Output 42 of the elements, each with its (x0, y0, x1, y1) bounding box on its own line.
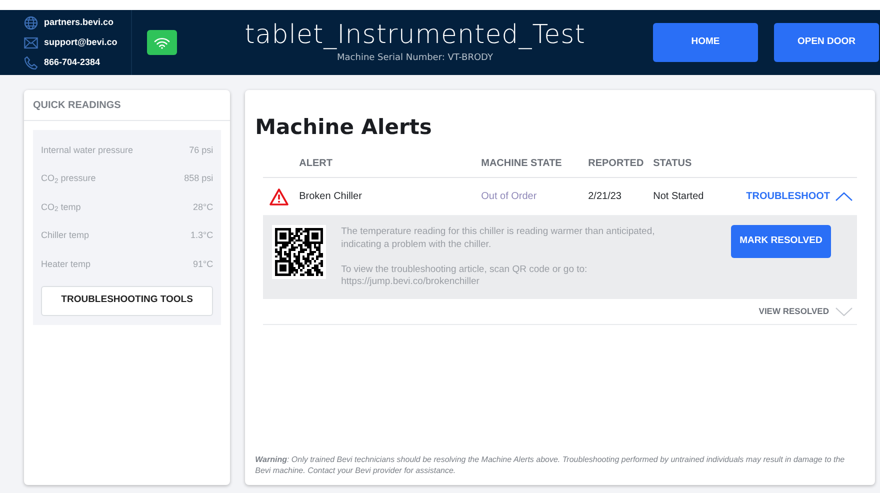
reading-label: Chiller temp (41, 229, 90, 242)
machine-state: Out of Order (481, 191, 537, 202)
chevron-down-icon (835, 307, 853, 316)
troubleshoot-toggle[interactable]: TROUBLESHOOT (746, 189, 853, 204)
reading-label: CO$_{2}$ pressure (41, 172, 96, 186)
serial-number: Machine Serial Number: VT-BRODY (337, 52, 493, 65)
contact-text: support@bevi.co (44, 36, 118, 49)
column-header: STATUS (653, 158, 692, 169)
reported-date: 2/21/23 (588, 191, 622, 202)
reading-value: 28°C (193, 200, 214, 214)
reading-label: Heater temp (41, 258, 91, 271)
mail-icon (24, 36, 38, 50)
header-button[interactable]: OPEN DOOR (774, 23, 879, 62)
contact-text: 866-704-2384 (44, 56, 100, 69)
reading-value: 858 psi (184, 172, 214, 185)
card-heading: QUICK READINGS (33, 98, 121, 112)
chevron-up-icon (835, 192, 853, 201)
alerts-heading: Machine Alerts (255, 114, 433, 140)
reading-value: 91°C (193, 258, 214, 270)
detail-text: The temperature reading for this chiller is reading warmer than anticipated, indicating a problem with the chiller. (341, 226, 656, 251)
reading-label: CO$_{2}$ temp (41, 200, 81, 214)
machine-title: tablet_Instrumented_Test (244, 20, 586, 50)
alert-name: Broken Chiller (299, 191, 362, 202)
globe-icon (24, 16, 38, 30)
column-header: ALERT (299, 158, 332, 169)
detail-text: To view the troubleshooting article, scan QR code or go to: https://jump.bevi.co/brokenchiller (341, 264, 588, 288)
header-button[interactable]: HOME (653, 23, 758, 62)
wifi-icon (154, 36, 170, 48)
column-header: MACHINE STATE (481, 158, 562, 169)
qr-code-icon (275, 228, 324, 276)
reading-value: 1.3°C (190, 229, 214, 242)
view-resolved-toggle[interactable]: VIEW RESOLVED (758, 305, 853, 318)
contact-text: partners.bevi.co (44, 16, 114, 29)
alert-status: Not Started (653, 191, 704, 202)
reading-value: 76 psi (189, 144, 214, 157)
troubleshooting-tools-button[interactable]: TROUBLESHOOTING TOOLS (41, 286, 214, 316)
warning-note: Warning: Only trained Bevi technicians should be resolving the Machine Alerts above. Troubleshooting performed by untrained individuals may result in damage to the Bevi machine. Contact your Bevi provider for assistance. (255, 454, 846, 476)
column-header: REPORTED (588, 158, 644, 169)
reading-label: Internal water pressure (41, 144, 134, 157)
mark-resolved-button[interactable]: MARK RESOLVED (731, 225, 831, 258)
phone-icon (24, 56, 38, 70)
warning-icon (269, 188, 290, 206)
